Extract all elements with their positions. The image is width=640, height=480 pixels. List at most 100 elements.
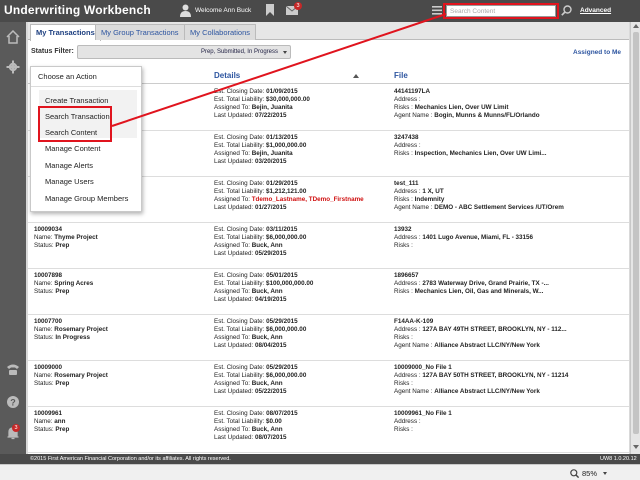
cell-line: Est. Closing Date: 08/07/2015 xyxy=(214,410,390,418)
field-label: Last Updated: xyxy=(214,250,255,257)
field-label: Status: xyxy=(34,380,56,387)
field-value: 01/29/2015 xyxy=(266,180,298,187)
table-row[interactable]: 10007898 Name: Spring Acres Status: Prep Es… xyxy=(28,269,629,315)
field-label: Risks : xyxy=(394,380,413,387)
field-value: $6,000,000.00 xyxy=(266,234,307,241)
cell-line: Est. Closing Date: 05/29/2015 xyxy=(214,364,390,372)
field-label: Status: xyxy=(34,288,56,295)
bookmark-icon[interactable] xyxy=(266,4,274,16)
cell-line: Last Updated: 01/27/2015 xyxy=(214,204,390,212)
details-column-header[interactable]: Details xyxy=(214,71,240,80)
field-label: Last Updated: xyxy=(214,434,255,441)
sort-up-icon[interactable] xyxy=(353,74,359,78)
field-label: Agent Name : xyxy=(394,388,435,395)
cell-line: Address : 127A BAY 49TH STREET, BROOKLYN… xyxy=(394,326,626,334)
table-row[interactable]: 10009034 Name: Thyme Project Status: Prep E… xyxy=(28,223,629,269)
field-label: Last Updated: xyxy=(214,112,255,119)
field-value: 1401 Lugo Avenue, Miami, FL - 33156 xyxy=(422,234,534,241)
scroll-up-icon[interactable] xyxy=(633,24,639,28)
assigned-to-me-link[interactable]: Assigned to Me xyxy=(573,49,621,56)
cell-line: Est. Total Liability: $1,212,121.00 xyxy=(214,188,390,196)
status-filter-select[interactable]: Prep, Submitted, In Progress xyxy=(77,45,291,59)
field-label: Last Updated: xyxy=(214,388,255,395)
cell-line: Address : xyxy=(394,96,626,104)
action-highlight-box xyxy=(38,106,112,142)
user-icon[interactable] xyxy=(180,4,191,17)
field-label: Address : xyxy=(394,326,423,333)
cell-line: 10009961 xyxy=(34,410,206,418)
field-value: 07/22/2015 xyxy=(254,112,287,119)
tab-my-transactions[interactable]: My Transactions xyxy=(30,24,101,41)
action-menu-title[interactable]: Choose an Action xyxy=(38,72,97,81)
field-value: 08/07/2015 xyxy=(254,434,287,441)
field-label: Last Updated: xyxy=(214,342,255,349)
phone-icon[interactable] xyxy=(6,362,20,376)
gear-icon[interactable] xyxy=(6,60,20,74)
scroll-down-icon[interactable] xyxy=(633,445,639,449)
chevron-down-icon[interactable] xyxy=(603,472,607,475)
field-label: Est. Closing Date: xyxy=(214,272,267,279)
field-label: Assigned To: xyxy=(214,426,252,433)
advanced-search-link[interactable]: Advanced xyxy=(580,7,611,14)
field-label: Address : xyxy=(394,372,423,379)
cell-line: Est. Total Liability: $30,000,000.00 xyxy=(214,96,390,104)
zoom-level[interactable]: 85% xyxy=(582,469,597,478)
field-value: 03/11/2015 xyxy=(266,226,298,233)
cell-line: Name: Spring Acres xyxy=(34,280,206,288)
field-label: Est. Total Liability: xyxy=(214,280,267,287)
field-value: Prep xyxy=(55,242,70,249)
cell-line xyxy=(394,434,626,442)
cell-line: Risks : xyxy=(394,380,626,388)
field-value: Inspection, Mechanics Lien, Over UW Limi… xyxy=(414,150,547,157)
vertical-scrollbar[interactable] xyxy=(630,22,640,454)
tab-my-group-transactions[interactable]: My Group Transactions xyxy=(95,24,185,40)
file-column-header[interactable]: File xyxy=(394,71,408,80)
manage-group-members-item[interactable]: Manage Group Members xyxy=(45,194,128,203)
scroll-thumb[interactable] xyxy=(633,32,639,434)
field-value: 08/07/2015 xyxy=(266,410,298,417)
cell-line: 10009961_No File 1 xyxy=(394,410,626,418)
table-row[interactable]: 10009000 Name: Rosemary Project Status: Pr… xyxy=(28,361,629,407)
cell-line: Address : 1401 Lugo Avenue, Miami, FL - … xyxy=(394,234,626,242)
cell-line: Assigned To: Buck, Ann xyxy=(214,288,390,296)
field-value: 10007700 xyxy=(34,318,63,325)
field-label: Risks : xyxy=(394,334,413,341)
cell-line: Risks : xyxy=(394,242,626,250)
cell-line: Est. Closing Date: 01/13/2015 xyxy=(214,134,390,142)
field-label: Est. Total Liability: xyxy=(214,326,267,333)
field-label: Address : xyxy=(394,142,421,149)
field-label: Est. Total Liability: xyxy=(214,188,267,195)
field-value: Alliance Abstract LLC/NY/New York xyxy=(434,342,540,349)
field-value: 01/27/2015 xyxy=(254,204,287,211)
cell-line: Status: In Progress xyxy=(34,334,206,342)
top-header: Underwriting Workbench Welcome Ann Buck … xyxy=(0,0,640,22)
field-value: 1 X, UT xyxy=(422,188,444,195)
field-value: 01/09/2015 xyxy=(266,88,298,95)
manage-users-item[interactable]: Manage Users xyxy=(45,177,94,186)
table-row[interactable]: 10007700 Name: Rosemary Project Status: In… xyxy=(28,315,629,361)
help-icon[interactable]: ? xyxy=(6,395,20,409)
manage-content-item[interactable]: Manage Content xyxy=(45,144,100,153)
cell-line: 3247438 xyxy=(394,134,626,142)
create-transaction-item[interactable]: Create Transaction xyxy=(45,96,108,105)
field-value: F14AA-K-109 xyxy=(394,318,434,325)
cell-line: Assigned To: Buck, Ann xyxy=(214,242,390,250)
zoom-icon[interactable] xyxy=(570,469,579,478)
cell-line: Assigned To: Buck, Ann xyxy=(214,426,390,434)
home-icon[interactable] xyxy=(6,30,20,44)
field-label: Risks : xyxy=(394,288,415,295)
search-highlight-box xyxy=(443,3,559,19)
field-value: Rosemary Project xyxy=(54,326,108,333)
search-icon[interactable] xyxy=(561,5,572,16)
table-row[interactable]: 10009961 Name: ann Status: Prep Est. Closin… xyxy=(28,407,629,453)
field-label: Assigned To: xyxy=(214,242,252,249)
hamburger-menu-icon[interactable] xyxy=(432,6,442,15)
cell-line: Risks : Mechanics Lien, Over UW Limit xyxy=(394,104,626,112)
chevron-down-icon[interactable] xyxy=(283,51,287,54)
tab-my-collaborations[interactable]: My Collaborations xyxy=(184,24,257,40)
field-value: Bejin, Juanita xyxy=(251,104,293,111)
cell-line: Status: Prep xyxy=(34,380,206,388)
manage-alerts-item[interactable]: Manage Alerts xyxy=(45,161,93,170)
field-label: Assigned To: xyxy=(214,150,252,157)
field-label: Assigned To: xyxy=(214,334,252,341)
